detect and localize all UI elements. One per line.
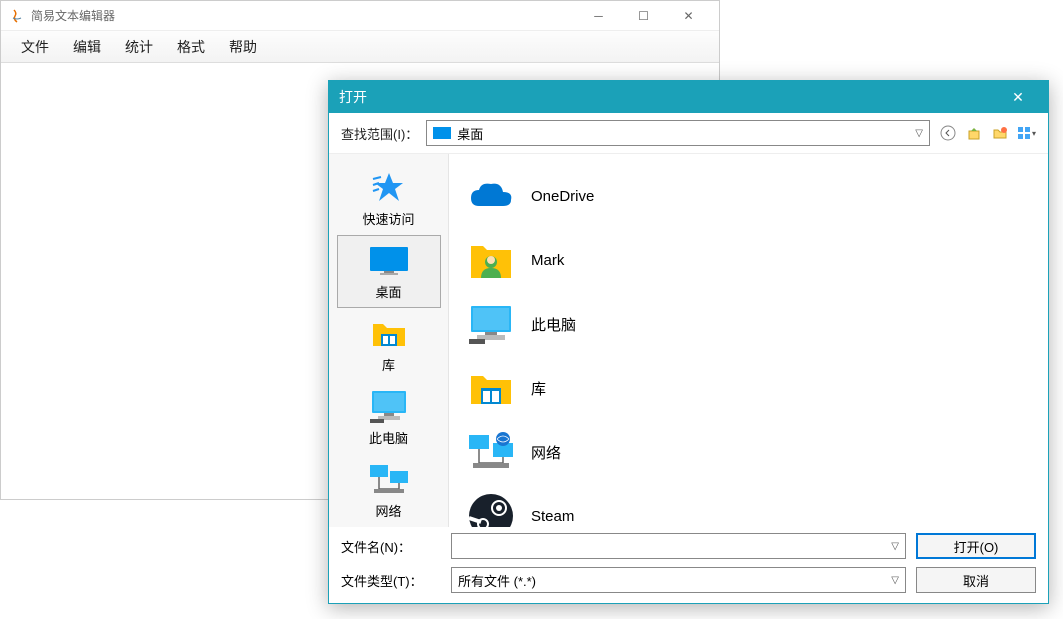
filetype-label: 文件类型(T)： xyxy=(341,571,441,590)
file-label: OneDrive xyxy=(531,188,594,205)
filename-input[interactable] xyxy=(458,539,899,554)
filetype-value: 所有文件 (*.*) xyxy=(458,571,536,590)
dialog-footer: 文件名(N)： ▽ 打开(O) 文件类型(T)： 所有文件 (*.*) ▽ 取消 xyxy=(329,527,1048,603)
desktop-icon xyxy=(368,242,410,278)
filetype-combo[interactable]: 所有文件 (*.*) ▽ xyxy=(451,567,906,593)
steam-icon xyxy=(467,492,515,527)
filename-input-wrapper: ▽ xyxy=(451,533,906,559)
thispc-icon xyxy=(467,300,515,348)
file-item-thispc[interactable]: 此电脑 xyxy=(461,292,1036,356)
menu-format[interactable]: 格式 xyxy=(165,33,217,61)
place-label: 库 xyxy=(382,355,395,374)
file-label: Mark xyxy=(531,252,564,269)
up-icon[interactable] xyxy=(964,123,984,143)
lookup-combo[interactable]: 桌面 ▽ xyxy=(426,120,930,146)
minimize-button[interactable]: ─ xyxy=(576,2,621,30)
back-icon[interactable] xyxy=(938,123,958,143)
dialog-title: 打开 xyxy=(339,87,998,107)
network-icon xyxy=(467,428,515,476)
open-dialog: 打开 ✕ 查找范围(I)： 桌面 ▽ ▾ 快速访问 桌面 xyxy=(328,80,1049,604)
library-icon xyxy=(368,315,410,351)
view-menu-icon[interactable]: ▾ xyxy=(1016,123,1036,143)
place-desktop[interactable]: 桌面 xyxy=(337,235,441,308)
dialog-close-button[interactable]: ✕ xyxy=(998,81,1038,113)
filename-label: 文件名(N)： xyxy=(341,537,441,556)
library-icon xyxy=(467,364,515,412)
file-item-onedrive[interactable]: OneDrive xyxy=(461,164,1036,228)
editor-titlebar: 简易文本编辑器 ─ ☐ ✕ xyxy=(1,1,719,31)
editor-title: 简易文本编辑器 xyxy=(31,7,576,24)
network-icon xyxy=(368,461,410,497)
onedrive-icon xyxy=(467,172,515,220)
menu-stats[interactable]: 统计 xyxy=(113,33,165,61)
dialog-titlebar: 打开 ✕ xyxy=(329,81,1048,113)
menu-edit[interactable]: 编辑 xyxy=(61,33,113,61)
new-folder-icon[interactable] xyxy=(990,123,1010,143)
file-label: 此电脑 xyxy=(531,314,576,335)
quick-access-icon xyxy=(368,169,410,205)
desktop-mini-icon xyxy=(433,127,451,139)
place-thispc[interactable]: 此电脑 xyxy=(337,381,441,454)
file-item-library[interactable]: 库 xyxy=(461,356,1036,420)
cancel-button[interactable]: 取消 xyxy=(916,567,1036,593)
place-label: 快速访问 xyxy=(362,209,414,228)
lookup-label: 查找范围(I)： xyxy=(341,124,418,143)
place-label: 网络 xyxy=(375,501,401,520)
open-button[interactable]: 打开(O) xyxy=(916,533,1036,559)
user-folder-icon xyxy=(467,236,515,284)
toolbar-icons: ▾ xyxy=(938,123,1036,143)
menu-help[interactable]: 帮助 xyxy=(217,33,269,61)
chevron-down-icon: ▽ xyxy=(891,575,899,586)
file-label: 网络 xyxy=(531,442,561,463)
window-controls: ─ ☐ ✕ xyxy=(576,2,711,30)
file-item-steam[interactable]: Steam xyxy=(461,484,1036,527)
place-label: 此电脑 xyxy=(369,428,408,447)
place-network[interactable]: 网络 xyxy=(337,454,441,527)
file-item-network[interactable]: 网络 xyxy=(461,420,1036,484)
place-quick-access[interactable]: 快速访问 xyxy=(337,162,441,235)
java-icon xyxy=(9,8,25,24)
places-bar: 快速访问 桌面 库 此电脑 网络 xyxy=(329,154,449,527)
chevron-down-icon: ▽ xyxy=(915,128,923,139)
dialog-body: 快速访问 桌面 库 此电脑 网络 OneDrive xyxy=(329,153,1048,527)
lookup-value: 桌面 xyxy=(457,124,483,143)
maximize-button[interactable]: ☐ xyxy=(621,2,666,30)
place-label: 桌面 xyxy=(375,282,401,301)
thispc-icon xyxy=(368,388,410,424)
menubar: 文件 编辑 统计 格式 帮助 xyxy=(1,31,719,63)
lookup-row: 查找范围(I)： 桌面 ▽ ▾ xyxy=(329,113,1048,153)
file-list[interactable]: OneDrive Mark 此电脑 库 网络 Steam xyxy=(449,154,1048,527)
place-library[interactable]: 库 xyxy=(337,308,441,381)
file-label: 库 xyxy=(531,378,546,399)
menu-file[interactable]: 文件 xyxy=(9,33,61,61)
close-button[interactable]: ✕ xyxy=(666,2,711,30)
file-item-mark[interactable]: Mark xyxy=(461,228,1036,292)
chevron-down-icon[interactable]: ▽ xyxy=(891,541,899,552)
file-label: Steam xyxy=(531,508,574,525)
